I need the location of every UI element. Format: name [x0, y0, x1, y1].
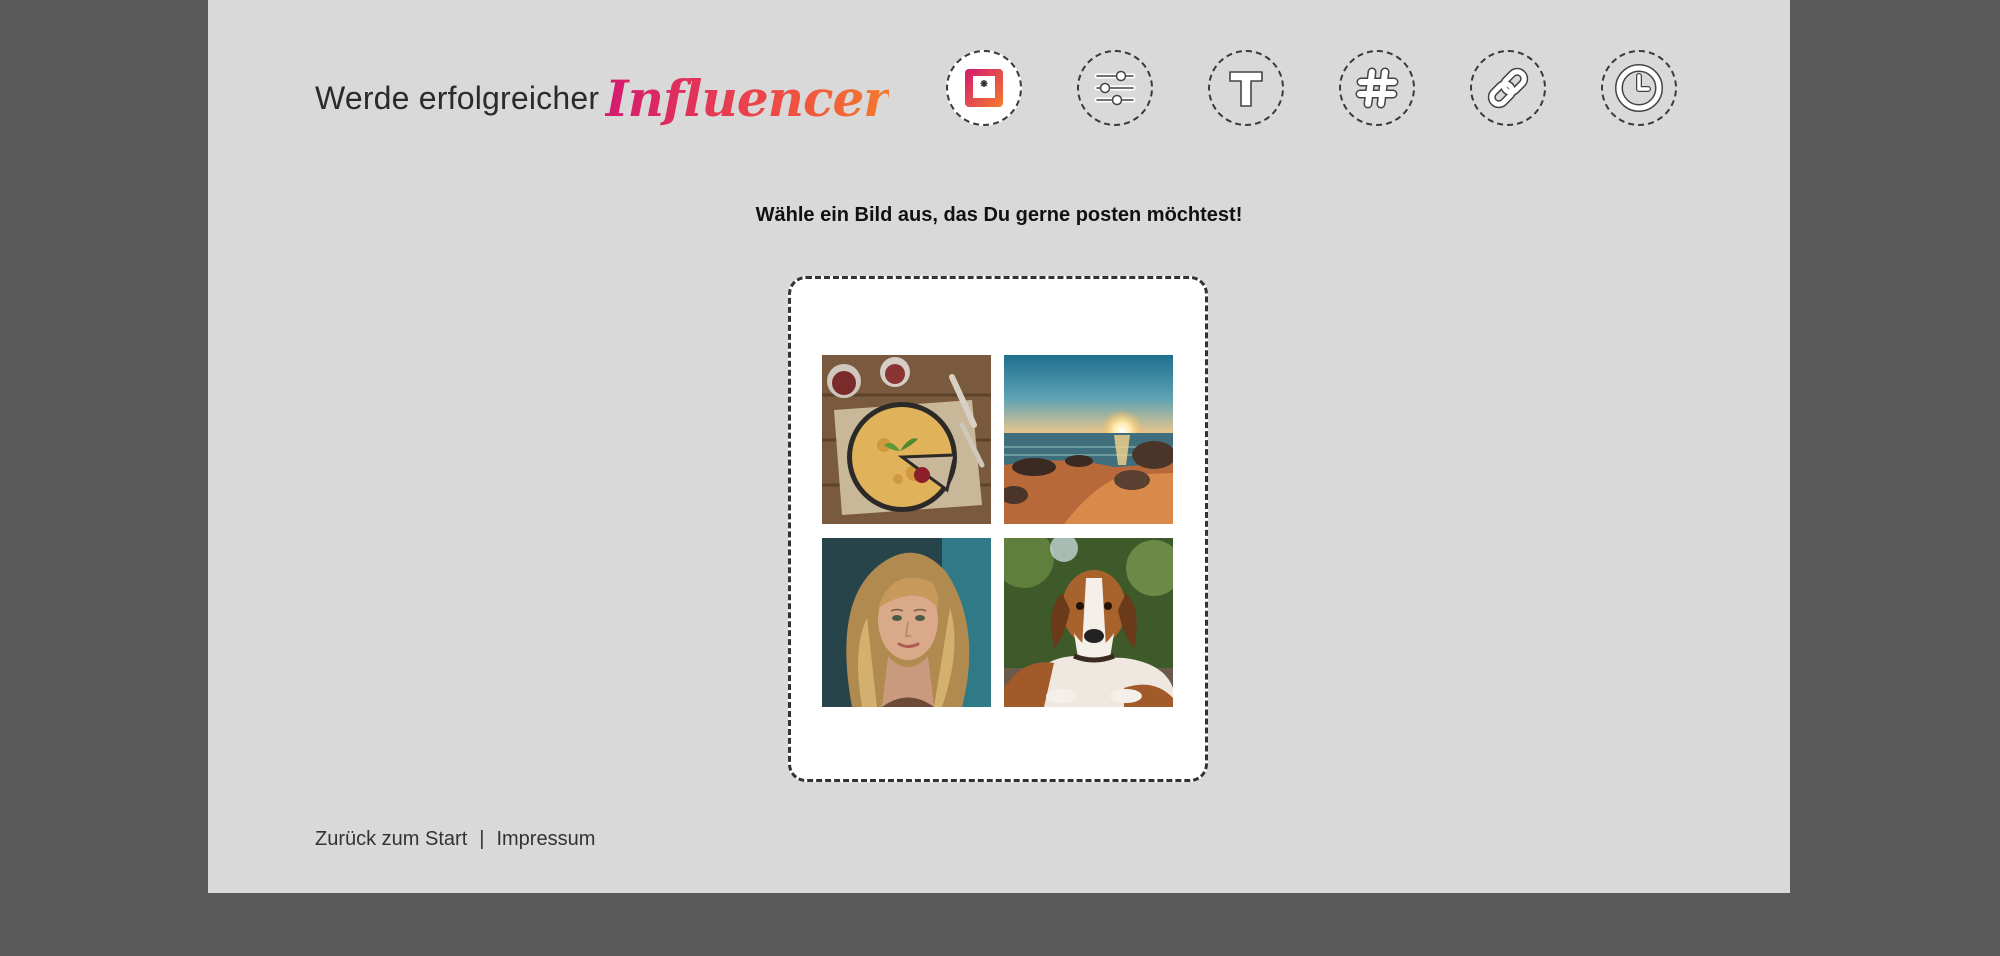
image-frame-icon: [965, 69, 1003, 107]
image-gallery-card: [788, 276, 1208, 782]
sliders-icon: [1094, 70, 1136, 106]
step-image-button[interactable]: [946, 50, 1022, 126]
woman-portrait-photo: [822, 538, 991, 707]
imprint-link[interactable]: Impressum: [496, 828, 595, 850]
beagle-photo: [1004, 538, 1173, 707]
image-quiche[interactable]: [822, 355, 991, 524]
clock-icon: [1615, 64, 1663, 112]
image-woman-portrait[interactable]: [822, 538, 991, 707]
sunset-beach-photo: [1004, 355, 1173, 524]
back-to-start-link[interactable]: Zurück zum Start: [315, 828, 467, 850]
hashtag-icon: [1355, 67, 1399, 109]
footer: Zurück zum Start | Impressum: [315, 828, 595, 851]
quiche-photo: [822, 355, 991, 524]
step-text-button[interactable]: [1208, 50, 1284, 126]
text-t-icon: [1229, 71, 1263, 107]
header-prefix: Werde erfolgreicher: [315, 79, 600, 116]
footer-separator: |: [479, 828, 485, 850]
step-time-button[interactable]: [1601, 50, 1677, 126]
page-panel: Werde erfolgreicher Influencer Wähle ein…: [208, 0, 1790, 893]
chain-link-icon: [1487, 67, 1529, 109]
brand-logo-text: Influencer: [605, 68, 889, 128]
step-hashtag-button[interactable]: [1339, 50, 1415, 126]
image-beagle[interactable]: [1004, 538, 1173, 707]
instruction-heading: Wähle ein Bild aus, das Du gerne posten …: [755, 204, 1243, 226]
step-filter-button[interactable]: [1077, 50, 1153, 126]
image-sunset-beach[interactable]: [1004, 355, 1173, 524]
step-link-button[interactable]: [1470, 50, 1546, 126]
header-title: Werde erfolgreicher Influencer: [315, 58, 890, 138]
